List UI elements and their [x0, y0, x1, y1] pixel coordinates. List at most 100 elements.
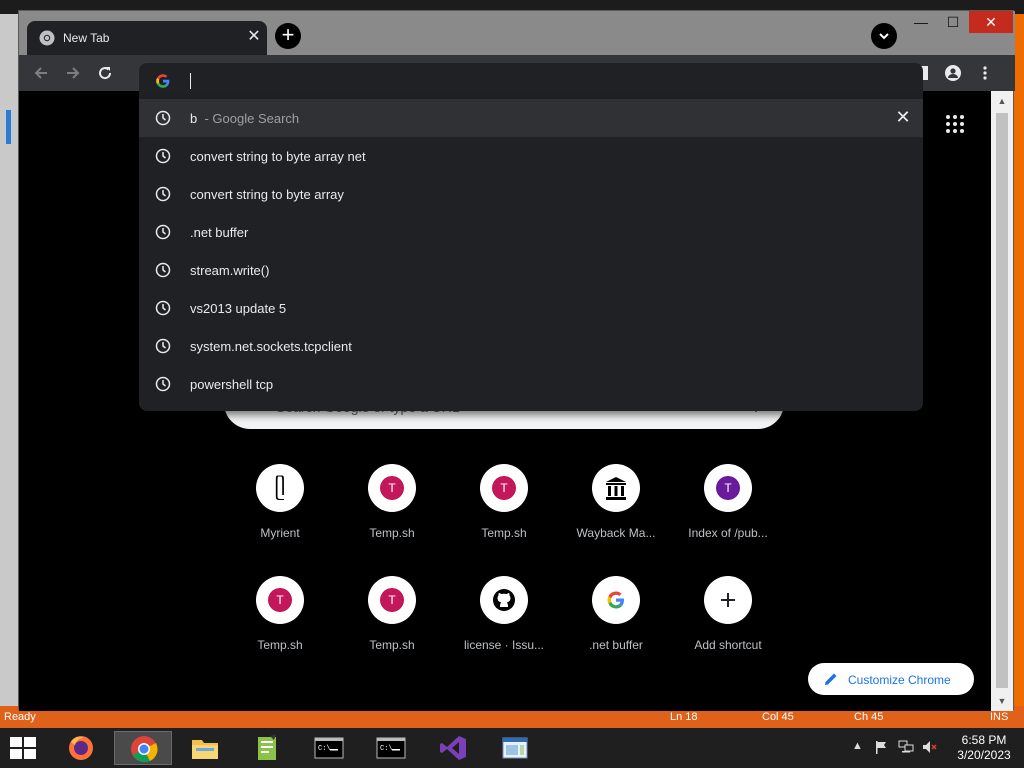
google-g-icon: [607, 591, 624, 609]
clock-icon: [155, 300, 171, 316]
omnibox-input[interactable]: [187, 71, 887, 91]
customize-chrome-button[interactable]: Customize Chrome: [808, 663, 974, 695]
shortcut-tile[interactable]: Wayback Ma...: [560, 464, 672, 568]
shortcut-label: Temp.sh: [481, 526, 527, 540]
firefox-icon: [69, 736, 93, 760]
suggestion-item[interactable]: vs2013 update 5: [139, 289, 923, 327]
folder-icon: [192, 740, 218, 759]
taskbar: C:\ C:\ ▲ 6:58 PM 3/20/2023: [0, 728, 1024, 768]
svg-text:C:\: C:\: [318, 745, 331, 753]
taskbar-window-app[interactable]: [486, 731, 544, 765]
tab-close-icon[interactable]: ✕: [245, 27, 263, 47]
chrome-favicon-icon: [39, 30, 55, 46]
suggestion-text: powershell tcp: [190, 377, 274, 392]
suggestion-item[interactable]: convert string to byte array net: [139, 137, 923, 175]
suggestion-item[interactable]: b - Google Search ✕: [139, 99, 923, 137]
maximize-icon[interactable]: ☐: [937, 11, 969, 33]
plus-icon: [721, 593, 735, 607]
status-char: Ch 45: [854, 711, 884, 723]
suggestion-item[interactable]: .net buffer: [139, 213, 923, 251]
github-icon: [493, 589, 515, 611]
clock-icon: [155, 186, 171, 202]
suggestion-hint: - Google Search: [204, 111, 300, 126]
shortcut-label: Temp.sh: [369, 526, 415, 540]
letter-t-icon: T: [380, 476, 404, 500]
suggestion-text: system.net.sockets.tcpclient: [190, 339, 352, 354]
clock-time: 6:58 PM: [961, 733, 1007, 747]
forward-arrow-icon[interactable]: [61, 61, 85, 85]
minimize-icon[interactable]: —: [905, 11, 937, 33]
shortcut-tile[interactable]: T Temp.sh: [224, 576, 336, 680]
taskbar-command-prompt[interactable]: C:\: [300, 731, 358, 765]
letter-t-icon: T: [268, 588, 292, 612]
suggestion-text: vs2013 update 5: [190, 301, 287, 316]
archive-building-icon: [606, 477, 626, 500]
shortcut-tile[interactable]: T Temp.sh: [448, 464, 560, 568]
suggestion-text: .net buffer: [190, 225, 249, 240]
shortcut-tile[interactable]: T Index of /pub...: [672, 464, 784, 568]
window-close-icon[interactable]: ✕: [969, 11, 1013, 33]
clock-icon: [155, 338, 171, 354]
suggestion-text: convert string to byte array net: [190, 149, 366, 164]
suggestion-item[interactable]: powershell tcp: [139, 365, 923, 403]
letter-t-icon: T: [380, 588, 404, 612]
remove-suggestion-icon[interactable]: ✕: [893, 107, 913, 127]
shortcut-label: Add shortcut: [694, 638, 762, 652]
background-app-marker: [6, 110, 11, 144]
tab-new-tab[interactable]: New Tab ✕: [27, 21, 267, 55]
tab-search-chevron-icon[interactable]: [871, 23, 897, 49]
taskbar-visual-studio[interactable]: [424, 731, 482, 765]
omnibox-suggestions: b - Google Search ✕ convert string to by…: [139, 99, 923, 411]
google-g-icon: [156, 74, 170, 88]
shortcut-tile[interactable]: license · Issu...: [448, 576, 560, 680]
clock-date: 3/20/2023: [957, 748, 1011, 762]
customize-chrome-label: Customize Chrome: [848, 673, 951, 687]
add-shortcut-button[interactable]: Add shortcut: [672, 576, 784, 680]
scrollbar-thumb[interactable]: [996, 113, 1008, 688]
tab-title: New Tab: [63, 31, 110, 45]
notepad-plus-plus-icon: [258, 734, 276, 760]
omnibox[interactable]: [139, 63, 923, 99]
kebab-menu-icon[interactable]: [973, 61, 997, 85]
suggestion-item[interactable]: convert string to byte array: [139, 175, 923, 213]
google-apps-grid-icon[interactable]: [943, 112, 967, 136]
shortcut-tile[interactable]: T Temp.sh: [336, 464, 448, 568]
shortcut-label: .net buffer: [589, 638, 643, 652]
tray-overflow-chevron-icon[interactable]: ▲: [852, 740, 868, 756]
windows-start-icon[interactable]: [8, 735, 38, 761]
shortcut-label: Temp.sh: [257, 638, 303, 652]
command-prompt-icon: C:\: [314, 737, 344, 759]
title-bar: New Tab ✕ + — ☐ ✕: [19, 11, 1015, 55]
visual-studio-icon: [440, 736, 466, 760]
new-tab-plus-icon[interactable]: +: [275, 23, 301, 49]
taskbar-command-prompt-2[interactable]: C:\: [362, 731, 420, 765]
action-center-flag-icon[interactable]: [874, 740, 890, 756]
scroll-down-icon[interactable]: ▼: [996, 695, 1008, 707]
shortcut-label: Wayback Ma...: [576, 526, 656, 540]
shortcut-tile[interactable]: .net buffer: [560, 576, 672, 680]
shortcut-tile[interactable]: T Temp.sh: [336, 576, 448, 680]
volume-muted-icon[interactable]: [922, 740, 938, 756]
status-ins: INS: [990, 711, 1009, 723]
pencil-icon: [825, 673, 837, 685]
scroll-up-icon[interactable]: ▲: [996, 95, 1008, 107]
back-arrow-icon[interactable]: [29, 61, 53, 85]
page-scrollbar[interactable]: ▲ ▼: [991, 91, 1013, 711]
clock-icon: [155, 376, 171, 392]
taskbar-firefox[interactable]: [52, 731, 110, 765]
chrome-icon: [131, 736, 158, 763]
status-line: Ln 18: [670, 711, 698, 723]
system-clock[interactable]: 6:58 PM 3/20/2023: [944, 733, 1024, 763]
reload-icon[interactable]: [93, 61, 117, 85]
suggestion-item[interactable]: system.net.sockets.tcpclient: [139, 327, 923, 365]
clock-icon: [155, 148, 171, 164]
command-prompt-icon: C:\: [376, 737, 406, 759]
taskbar-notepad-plus-plus[interactable]: [238, 731, 296, 765]
taskbar-file-explorer[interactable]: [176, 731, 234, 765]
profile-avatar-icon[interactable]: [941, 61, 965, 85]
network-icon[interactable]: [898, 740, 914, 756]
taskbar-chrome[interactable]: [114, 731, 172, 765]
suggestion-item[interactable]: stream.write(): [139, 251, 923, 289]
suggestion-text: b: [190, 111, 198, 126]
shortcut-tile[interactable]: ᥫ Myrient: [224, 464, 336, 568]
